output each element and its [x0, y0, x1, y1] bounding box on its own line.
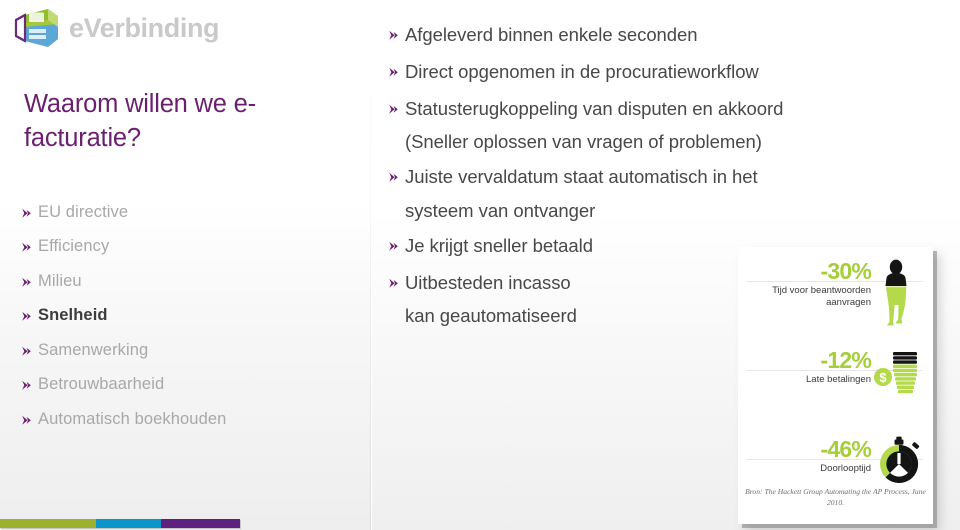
infographic-caption: Doorlooptijd [820, 463, 871, 474]
bullet-label: kan geautomatiseerd [405, 304, 577, 326]
sidebar-item-label: Betrouwbaarheid [38, 375, 165, 394]
arrow-bullet-icon [388, 58, 405, 78]
footer-bar-segment-green [0, 519, 96, 528]
bullet-item: Direct opgenomen in de procuratieworkflo… [388, 58, 888, 86]
sidebar-item-label: Snelheid [38, 306, 108, 325]
infographic-source: Bron: The Hackett Group Automating the A… [745, 487, 926, 507]
arrow-bullet-icon [388, 21, 405, 41]
arrow-bullet-icon [388, 269, 405, 289]
sidebar-item-eu-directive[interactable]: EU directive [21, 203, 351, 222]
bullet-label: Afgeleverd binnen enkele seconden [405, 24, 698, 45]
arrow-bullet-icon [388, 197, 405, 217]
arrow-bullet-icon [21, 410, 38, 426]
footer-bar-segment-blue [96, 519, 161, 528]
arrow-bullet-icon [21, 203, 38, 219]
sidebar-item-betrouwbaarheid[interactable]: Betrouwbaarheid [21, 375, 351, 394]
sidebar-item-samenwerking[interactable]: Samenwerking [21, 341, 351, 360]
infographic-row-1: -30% Tijd voor beantwoorden aanvragen [738, 255, 933, 328]
bullet-label: Statusterugkoppeling van disputen en akk… [405, 98, 784, 120]
sidebar-list: EU directive Efficiency Milieu Snelheid [21, 203, 351, 444]
bullet-item: Afgeleverd binnen enkele seconden [388, 21, 888, 49]
bullet-label: Je krijgt sneller betaald [405, 234, 593, 256]
sidebar-item-label: Automatisch boekhouden [38, 409, 227, 428]
sidebar-item-label: Efficiency [38, 237, 110, 256]
slide: eVerbinding Waarom willen we e-facturati… [0, 0, 960, 530]
arrow-bullet-icon [21, 341, 38, 357]
arrow-bullet-icon [21, 375, 38, 391]
bullet-label: Uitbesteden incasso [405, 271, 571, 293]
sidebar-item-snelheid[interactable]: Snelheid [21, 306, 351, 325]
arrow-bullet-icon [388, 163, 405, 183]
sidebar-item-automatisch-boekhouden[interactable]: Automatisch boekhouden [21, 410, 351, 429]
sidebar-item-label: EU directive [38, 203, 129, 221]
svg-text:$: $ [879, 370, 887, 385]
page-title: Waarom willen we e-facturatie? [24, 90, 256, 152]
arrow-bullet-icon [21, 272, 38, 288]
bullet-item-continuation: systeem van ontvanger [388, 197, 888, 225]
sidebar-item-label: Samenwerking [38, 340, 149, 359]
footer-color-bar [0, 519, 240, 528]
sidebar-item-efficiency[interactable]: Efficiency [21, 237, 351, 256]
bullet-label: systeem van ontvanger [405, 199, 596, 221]
infographic-row-2: -12% Late betalingen $ [738, 344, 933, 417]
infographic-caption: Tijd voor beantwoorden aanvragen [772, 285, 871, 309]
bullet-item-continuation: (Sneller oplossen van vragen of probleme… [388, 128, 888, 156]
coin-stack-icon: $ [871, 344, 927, 417]
arrow-bullet-icon [388, 128, 405, 148]
arrow-bullet-icon [388, 232, 405, 252]
arrow-bullet-icon [21, 306, 38, 322]
infographic-caption: Late betalingen [806, 374, 871, 385]
person-icon [871, 255, 927, 328]
bullet-item: Juiste vervaldatum staat automatisch in … [388, 163, 888, 191]
sidebar-panel: eVerbinding Waarom willen we e-facturati… [0, 0, 371, 530]
footer-bar-segment-purple [160, 519, 240, 528]
infographic-percent: -46% [820, 436, 872, 462]
bullet-label: (Sneller oplossen van vragen of probleme… [405, 131, 762, 153]
arrow-bullet-icon [388, 95, 405, 115]
sidebar-item-milieu[interactable]: Milieu [21, 272, 351, 291]
cube-logo-icon [14, 7, 60, 49]
bullet-label: Direct opgenomen in de procuratieworkflo… [405, 61, 759, 83]
infographic-percent: -30% [820, 258, 872, 284]
infographic-panel: -30% Tijd voor beantwoorden aanvragen -1… [738, 247, 933, 524]
brand-name: eVerbinding [69, 12, 220, 43]
brand-logo: eVerbinding [14, 7, 220, 49]
arrow-bullet-icon [21, 237, 38, 253]
arrow-bullet-icon [388, 302, 405, 322]
sidebar-item-label: Milieu [38, 271, 82, 290]
bullet-item: Statusterugkoppeling van disputen en akk… [388, 95, 888, 123]
infographic-percent: -12% [820, 347, 872, 373]
bullet-label: Juiste vervaldatum staat automatisch in … [405, 166, 758, 188]
